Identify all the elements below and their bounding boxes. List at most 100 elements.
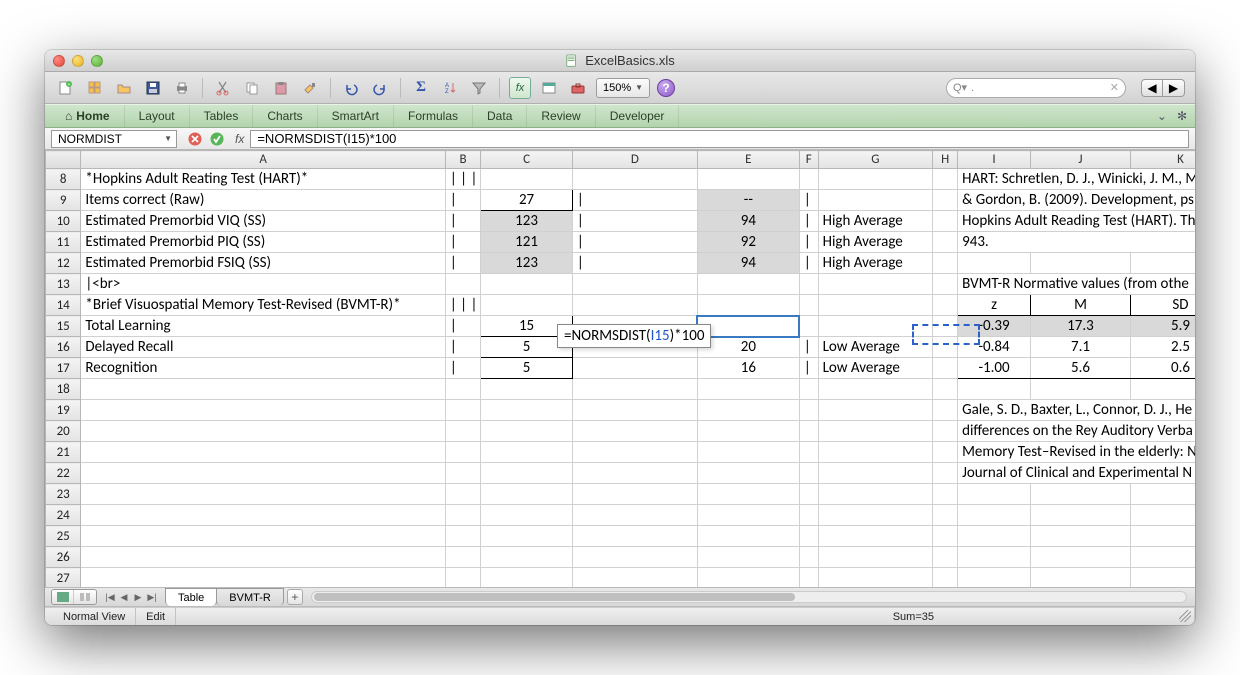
cell[interactable] (933, 232, 958, 253)
col-header[interactable]: A (81, 151, 445, 169)
cancel-formula-icon[interactable] (187, 131, 203, 147)
cell[interactable]: Total Learning (81, 316, 445, 337)
sheet-tab-bvmt-r[interactable]: BVMT-R (216, 588, 284, 606)
cell[interactable] (933, 568, 958, 588)
cell[interactable] (697, 169, 799, 190)
cell[interactable] (1130, 379, 1195, 400)
cell[interactable] (445, 484, 480, 505)
cell[interactable]: 943. (958, 232, 1195, 253)
resize-grip-icon[interactable] (1179, 610, 1191, 622)
cell[interactable]: | (799, 253, 818, 274)
cell[interactable] (697, 295, 799, 316)
cell[interactable] (818, 442, 933, 463)
cell[interactable] (818, 316, 933, 337)
filter-icon[interactable] (468, 77, 490, 99)
cell[interactable]: | (445, 232, 480, 253)
cell[interactable] (958, 379, 1031, 400)
cell[interactable]: | (445, 211, 480, 232)
row-header[interactable]: 26 (46, 547, 81, 568)
cell[interactable]: Memory Test–Revised in the elderly: N (958, 442, 1195, 463)
cell[interactable]: Low Average (818, 358, 933, 379)
cell[interactable]: 17.3 (1031, 316, 1131, 337)
cell[interactable] (81, 484, 445, 505)
cell[interactable] (445, 547, 480, 568)
row-header[interactable]: 27 (46, 568, 81, 588)
cell[interactable]: 16 (697, 358, 799, 379)
cell[interactable] (933, 358, 958, 379)
cell[interactable]: -1.00 (958, 358, 1031, 379)
last-sheet-icon[interactable]: ▶| (145, 592, 159, 603)
clear-search-icon[interactable]: ✕ (1110, 81, 1119, 94)
normal-view-icon[interactable] (52, 590, 74, 604)
cell[interactable] (1031, 547, 1131, 568)
scrollbar-thumb[interactable] (314, 593, 795, 601)
cell[interactable] (81, 400, 445, 421)
formula-input[interactable]: =NORMSDIST(I15)*100 (250, 130, 1189, 148)
zoom-icon[interactable] (91, 55, 103, 67)
cell[interactable]: 20 (697, 337, 799, 358)
cell[interactable] (481, 295, 573, 316)
cell[interactable] (818, 379, 933, 400)
cell[interactable]: | (799, 211, 818, 232)
cell[interactable] (481, 169, 573, 190)
cell[interactable] (572, 358, 697, 379)
cell[interactable]: Hopkins Adult Reading Test (HART). Th (958, 211, 1195, 232)
cell[interactable] (958, 568, 1031, 588)
cell[interactable] (818, 400, 933, 421)
row-header[interactable]: 11 (46, 232, 81, 253)
row-header[interactable]: 9 (46, 190, 81, 211)
ribbon-tab-charts[interactable]: Charts (253, 105, 317, 127)
col-header[interactable]: F (799, 151, 818, 169)
cell[interactable]: Recognition (81, 358, 445, 379)
cell[interactable] (445, 379, 480, 400)
cell[interactable] (799, 274, 818, 295)
cell[interactable] (81, 547, 445, 568)
ribbon-tab-data[interactable]: Data (473, 105, 527, 127)
cell[interactable]: | (572, 190, 697, 211)
cell[interactable] (481, 463, 573, 484)
cell[interactable] (818, 505, 933, 526)
cell[interactable] (1130, 505, 1195, 526)
cell[interactable] (933, 484, 958, 505)
cell[interactable] (445, 505, 480, 526)
row-header[interactable]: 13 (46, 274, 81, 295)
cell[interactable]: 7.1 (1031, 337, 1131, 358)
cell[interactable] (818, 463, 933, 484)
cell[interactable] (445, 526, 480, 547)
cell[interactable] (481, 484, 573, 505)
cell[interactable] (572, 421, 697, 442)
cell[interactable] (445, 463, 480, 484)
copy-icon[interactable] (241, 77, 263, 99)
row-header[interactable]: 20 (46, 421, 81, 442)
cell[interactable] (799, 505, 818, 526)
cell[interactable]: | | | | (445, 169, 480, 190)
cell[interactable] (697, 505, 799, 526)
cell[interactable]: | (445, 190, 480, 211)
cell[interactable] (1031, 253, 1131, 274)
new-workbook-icon[interactable]: + (55, 77, 77, 99)
cell[interactable] (933, 379, 958, 400)
cell[interactable]: 0.6 (1130, 358, 1195, 379)
ribbon-tab-tables[interactable]: Tables (190, 105, 254, 127)
cell[interactable] (697, 547, 799, 568)
cell[interactable] (697, 484, 799, 505)
next-sheet-icon[interactable]: ▶ (131, 592, 145, 603)
cell[interactable]: 123 (481, 253, 573, 274)
cell[interactable] (933, 295, 958, 316)
sheet-tab-table[interactable]: Table (165, 588, 217, 606)
row-header[interactable]: 8 (46, 169, 81, 190)
ribbon-tab-smartart[interactable]: SmartArt (318, 105, 394, 127)
cell[interactable] (697, 316, 799, 337)
cell[interactable] (572, 169, 697, 190)
cell[interactable] (818, 190, 933, 211)
cell[interactable] (933, 400, 958, 421)
cell[interactable] (445, 568, 480, 588)
cell[interactable]: High Average (818, 232, 933, 253)
cell[interactable]: | | | | (445, 295, 480, 316)
cell[interactable] (1130, 568, 1195, 588)
cell[interactable]: Estimated Premorbid VIQ (SS) (81, 211, 445, 232)
cell[interactable] (818, 568, 933, 588)
cell[interactable] (572, 442, 697, 463)
cell[interactable] (81, 379, 445, 400)
cell[interactable] (481, 568, 573, 588)
